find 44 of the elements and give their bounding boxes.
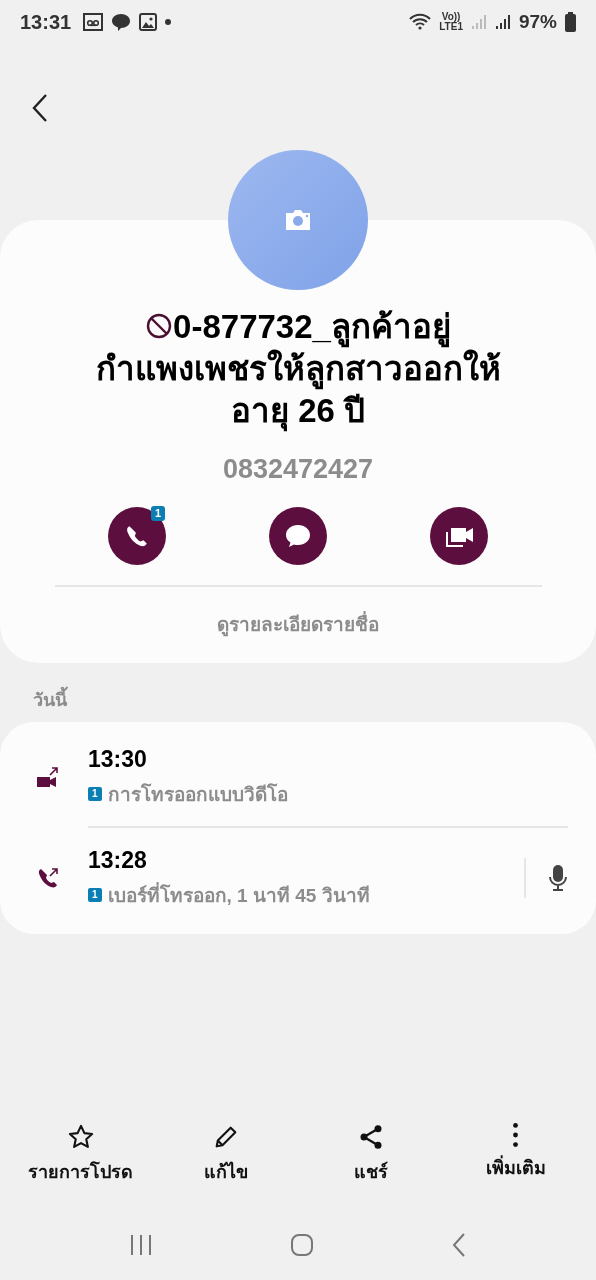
- recent-apps-icon: [128, 1234, 153, 1256]
- back-nav-button[interactable]: [451, 1232, 468, 1258]
- message-icon: [284, 523, 312, 549]
- image-icon: [139, 13, 158, 31]
- edit-button[interactable]: แก้ไข: [160, 1123, 291, 1186]
- signal-icon: [494, 13, 511, 31]
- phone-number: 0832472427: [222, 454, 374, 485]
- recording-button[interactable]: [524, 858, 568, 898]
- home-button[interactable]: [290, 1233, 314, 1257]
- sim-badge: 1: [88, 887, 102, 902]
- video-call-button[interactable]: [430, 507, 488, 565]
- call-description: การโทรออกแบบวิดีโอ: [107, 782, 288, 807]
- microphone-icon: [548, 864, 568, 892]
- call-button[interactable]: 1: [108, 507, 166, 565]
- voicemail-icon: [83, 13, 104, 31]
- sim-badge: 1: [88, 786, 102, 801]
- favorite-button[interactable]: รายการโปรด: [15, 1123, 146, 1186]
- back-icon: [30, 93, 50, 123]
- call-time: 13:30: [88, 745, 148, 773]
- outgoing-video-icon: [36, 767, 60, 789]
- call-description: เบอร์ที่โทรออก, 1 นาที 45 วินาที: [107, 881, 370, 908]
- battery-level: 97%: [518, 11, 557, 33]
- more-button[interactable]: เพิ่มเติม: [450, 1123, 581, 1186]
- dot-icon: [165, 19, 172, 25]
- signal-icon: [470, 13, 487, 31]
- status-time: 13:31: [20, 10, 72, 34]
- call-count-badge: 1: [150, 506, 165, 521]
- blocked-icon: [145, 312, 174, 340]
- share-button[interactable]: แชร์: [305, 1123, 436, 1186]
- contact-name: 0-877732_ลูกค้าอยู่กำแพงเพชรให้ลูกสาวออกให้อายุ 26 ปี: [73, 306, 523, 432]
- wifi-icon: [409, 12, 432, 32]
- phone-icon: [124, 523, 150, 549]
- message-button[interactable]: [269, 507, 327, 565]
- call-time: 13:28: [88, 846, 148, 874]
- battery-icon: [565, 12, 576, 32]
- recent-apps-button[interactable]: [128, 1234, 153, 1256]
- network-label: Vo)) LTE1: [439, 12, 463, 32]
- chat-bubble-icon: [111, 12, 132, 32]
- outgoing-call-icon: [36, 866, 60, 890]
- camera-icon: [283, 208, 313, 232]
- back-nav-icon: [451, 1232, 468, 1258]
- more-icon: [513, 1123, 518, 1147]
- section-header: วันนี้: [33, 685, 596, 714]
- home-icon: [290, 1233, 314, 1257]
